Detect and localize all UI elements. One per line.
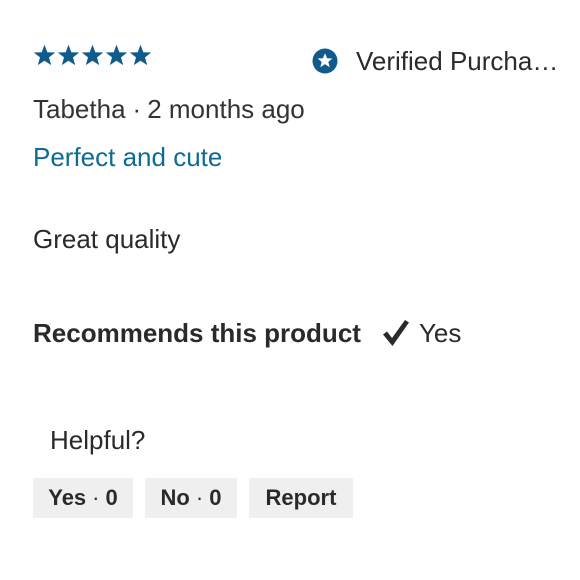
checkmark-icon bbox=[382, 320, 409, 346]
feedback-buttons: Yes · 0 No · 0 Report bbox=[33, 478, 353, 518]
review-body: Great quality bbox=[33, 224, 181, 254]
review-date: 2 months ago bbox=[147, 94, 305, 124]
helpful-no-button[interactable]: No · 0 bbox=[145, 478, 237, 518]
yes-label: Yes bbox=[48, 485, 87, 510]
reviewer-name: Tabetha bbox=[33, 94, 126, 124]
star-filled-icon bbox=[129, 44, 152, 66]
helpful-prompt: Helpful? bbox=[50, 425, 146, 455]
verified-label: Verified Purchaser bbox=[356, 46, 568, 76]
verified-star-badge-icon bbox=[312, 48, 338, 74]
helpful-yes-button[interactable]: Yes · 0 bbox=[33, 478, 133, 518]
no-count: 0 bbox=[209, 485, 222, 510]
star-filled-icon bbox=[81, 44, 104, 66]
no-label: No bbox=[160, 485, 190, 510]
verified-purchaser-badge: Verified Purchaser bbox=[312, 46, 568, 76]
star-rating bbox=[33, 44, 152, 67]
star-filled-icon bbox=[33, 44, 56, 66]
review-title: Perfect and cute bbox=[33, 142, 223, 172]
recommendation: Recommends this product Yes bbox=[33, 316, 461, 350]
review-card: Verified Purchaser Tabetha · 2 months ago … bbox=[0, 0, 580, 580]
recommend-value: Yes bbox=[418, 318, 462, 348]
star-filled-icon bbox=[57, 44, 80, 66]
reviewer-meta: Tabetha · 2 months ago bbox=[33, 93, 305, 125]
recommend-label: Recommends this product bbox=[33, 318, 361, 348]
meta-separator: · bbox=[132, 94, 142, 124]
yes-separator: · bbox=[92, 485, 100, 510]
no-separator: · bbox=[195, 485, 204, 510]
yes-count: 0 bbox=[105, 485, 118, 510]
report-button[interactable]: Report bbox=[249, 478, 353, 518]
star-filled-icon bbox=[105, 44, 128, 66]
